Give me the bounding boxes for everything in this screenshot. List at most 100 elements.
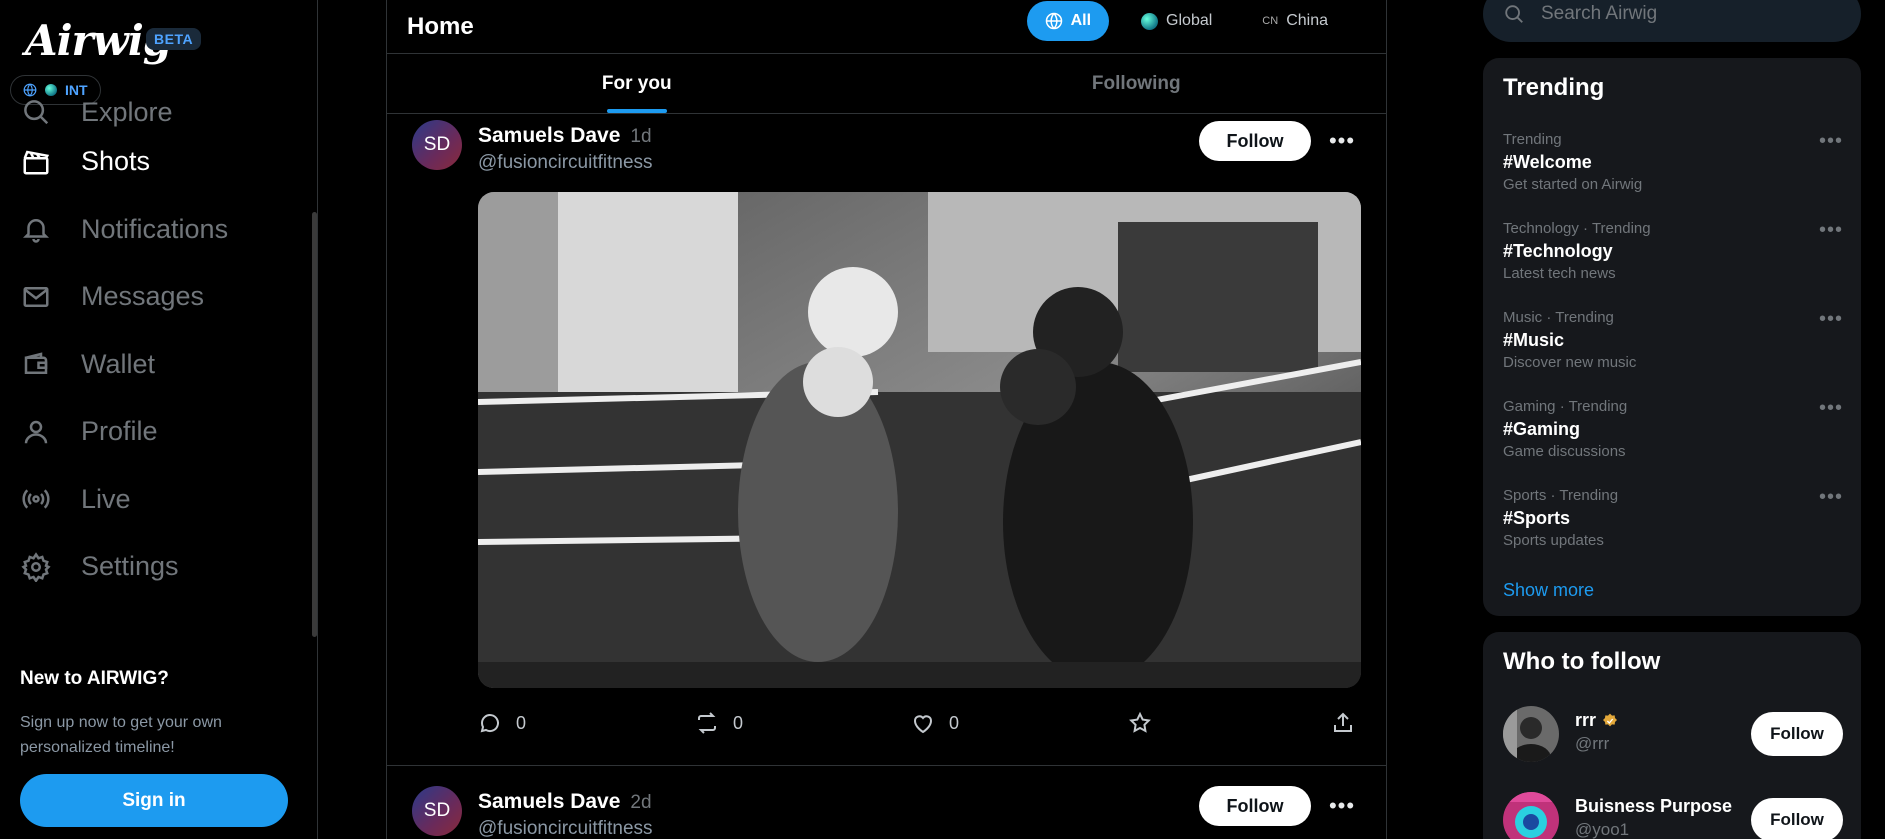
star-icon	[1129, 711, 1151, 733]
trend-hashtag[interactable]: #Gaming	[1503, 417, 1843, 442]
show-more-link[interactable]: Show more	[1503, 580, 1594, 601]
globe-icon	[1045, 12, 1062, 30]
tab-following[interactable]: Following	[887, 54, 1387, 113]
wallet-icon	[20, 348, 52, 380]
feed-scope-switch: All Global CN China	[1026, 1, 1346, 41]
search-input[interactable]	[1541, 3, 1821, 25]
sidebar-item-live[interactable]: Live	[0, 466, 300, 534]
suggestion-name-text[interactable]: Buisness Purpose	[1575, 796, 1732, 817]
boxing-photo-illustration	[478, 192, 1361, 688]
feed-post[interactable]: SD Samuels Dave 1d @fusioncircuitfitness …	[387, 114, 1386, 766]
post-handle[interactable]: @fusioncircuitfitness	[478, 152, 653, 174]
more-options-icon[interactable]: •••	[1819, 219, 1843, 242]
trend-item[interactable]: Music · Trending #Music Discover new mus…	[1503, 308, 1843, 373]
signup-heading: New to AIRWIG?	[20, 668, 169, 689]
trend-hashtag[interactable]: #Welcome	[1503, 150, 1843, 175]
trend-description: Latest tech news	[1503, 265, 1616, 282]
trend-item[interactable]: Trending #Welcome Get started on Airwig …	[1503, 130, 1843, 195]
scope-label: All	[1070, 12, 1092, 29]
trend-category: Technology · Trending	[1503, 220, 1651, 237]
sidebar-item-settings[interactable]: Settings	[0, 533, 300, 601]
post-actions: 0 0 0	[478, 711, 1361, 735]
trend-category: Trending	[1503, 131, 1562, 148]
page-title: Home	[407, 12, 474, 40]
suggestion-handle: @rrr	[1575, 734, 1610, 753]
avatar[interactable]	[1503, 792, 1559, 839]
app-root: Airwig BETA INT Explore Shots Notificati…	[0, 0, 1885, 839]
clapperboard-icon	[20, 146, 52, 178]
share-button[interactable]	[1331, 711, 1355, 735]
more-options-icon[interactable]: •••	[1819, 486, 1843, 509]
scope-global-button[interactable]: Global	[1123, 1, 1230, 41]
trend-hashtag[interactable]: #Technology	[1503, 239, 1843, 264]
sidebar-item-notifications[interactable]: Notifications	[0, 196, 300, 264]
reply-count: 0	[516, 712, 527, 733]
trend-description: Discover new music	[1503, 354, 1637, 371]
trending-title: Trending	[1503, 74, 1605, 101]
reply-button[interactable]: 0	[478, 711, 695, 735]
sidebar-item-label: Explore	[81, 98, 173, 127]
post-handle[interactable]: @fusioncircuitfitness	[478, 818, 653, 839]
trend-hashtag[interactable]: #Sports	[1503, 506, 1843, 531]
user-photo	[1503, 792, 1559, 839]
sidebar-scrollbar[interactable]	[312, 212, 317, 637]
signup-text: Sign up now to get your own personalized…	[20, 714, 222, 756]
follow-button[interactable]: Follow	[1199, 121, 1311, 161]
more-options-icon[interactable]: •••	[1819, 397, 1843, 420]
sidebar-item-messages[interactable]: Messages	[0, 263, 300, 331]
like-button[interactable]: 0	[911, 711, 1128, 735]
search-bar[interactable]	[1483, 0, 1861, 42]
post-author[interactable]: Samuels Dave 1d	[478, 124, 652, 148]
avatar[interactable]: SD	[412, 120, 462, 170]
post-author-name[interactable]: Samuels Dave	[478, 790, 620, 813]
sidebar: Airwig BETA INT Explore Shots Notificati…	[0, 0, 318, 839]
sidebar-item-label: Notifications	[81, 213, 229, 244]
sidebar-item-label: Profile	[81, 416, 158, 447]
trend-item[interactable]: Sports · Trending #Sports Sports updates…	[1503, 486, 1843, 551]
sign-in-button[interactable]: Sign in	[20, 774, 288, 827]
post-author[interactable]: Samuels Dave 2d	[478, 790, 652, 814]
post-author-name[interactable]: Samuels Dave	[478, 124, 620, 147]
suggestion-name[interactable]: rrr	[1575, 710, 1618, 731]
suggestion-row[interactable]: Buisness Purpose @yoo1 Follow	[1503, 792, 1843, 839]
more-options-icon[interactable]: •••	[1819, 308, 1843, 331]
bookmark-button[interactable]	[1128, 711, 1331, 735]
sidebar-item-label: Shots	[81, 146, 151, 177]
scope-all-button[interactable]: All	[1026, 1, 1110, 41]
avatar[interactable]	[1503, 706, 1559, 762]
post-image[interactable]	[478, 192, 1361, 688]
more-options-icon[interactable]: •••	[1327, 126, 1357, 156]
repost-button[interactable]: 0	[695, 711, 911, 735]
sidebar-item-wallet[interactable]: Wallet	[0, 331, 300, 399]
share-icon	[1334, 712, 1352, 732]
trend-description: Sports updates	[1503, 532, 1604, 549]
sidebar-item-label: Live	[81, 483, 131, 514]
globe-icon	[23, 83, 37, 97]
verified-badge-icon	[1603, 713, 1618, 726]
feed-post[interactable]: SD Samuels Dave 2d @fusioncircuitfitness …	[387, 766, 1386, 839]
more-options-icon[interactable]: •••	[1819, 130, 1843, 153]
follow-button[interactable]: Follow	[1751, 712, 1843, 756]
follow-button[interactable]: Follow	[1199, 786, 1311, 826]
suggestion-row[interactable]: rrr @rrr Follow	[1503, 706, 1843, 766]
scope-china-button[interactable]: CN China	[1244, 1, 1346, 41]
sidebar-item-profile[interactable]: Profile	[0, 398, 300, 466]
tab-for-you[interactable]: For you	[387, 54, 887, 113]
trend-item[interactable]: Technology · Trending #Technology Latest…	[1503, 219, 1843, 284]
suggestion-name-text[interactable]: rrr	[1575, 710, 1596, 731]
broadcast-icon	[20, 483, 52, 515]
sidebar-item-shots[interactable]: Shots	[0, 128, 300, 196]
suggestion-name[interactable]: Buisness Purpose	[1575, 796, 1732, 817]
trend-hashtag[interactable]: #Music	[1503, 328, 1843, 353]
trend-item[interactable]: Gaming · Trending #Gaming Game discussio…	[1503, 397, 1843, 462]
search-icon	[20, 98, 52, 128]
gear-icon	[20, 551, 52, 583]
beta-badge: BETA	[146, 28, 202, 50]
avatar[interactable]: SD	[412, 786, 462, 836]
repost-icon	[698, 712, 716, 734]
suggestion-handle: @yoo1	[1575, 820, 1630, 839]
follow-button[interactable]: Follow	[1751, 798, 1843, 839]
post-time: 2d	[630, 792, 652, 813]
sidebar-item-explore[interactable]: Explore	[0, 98, 300, 128]
more-options-icon[interactable]: •••	[1327, 791, 1357, 821]
